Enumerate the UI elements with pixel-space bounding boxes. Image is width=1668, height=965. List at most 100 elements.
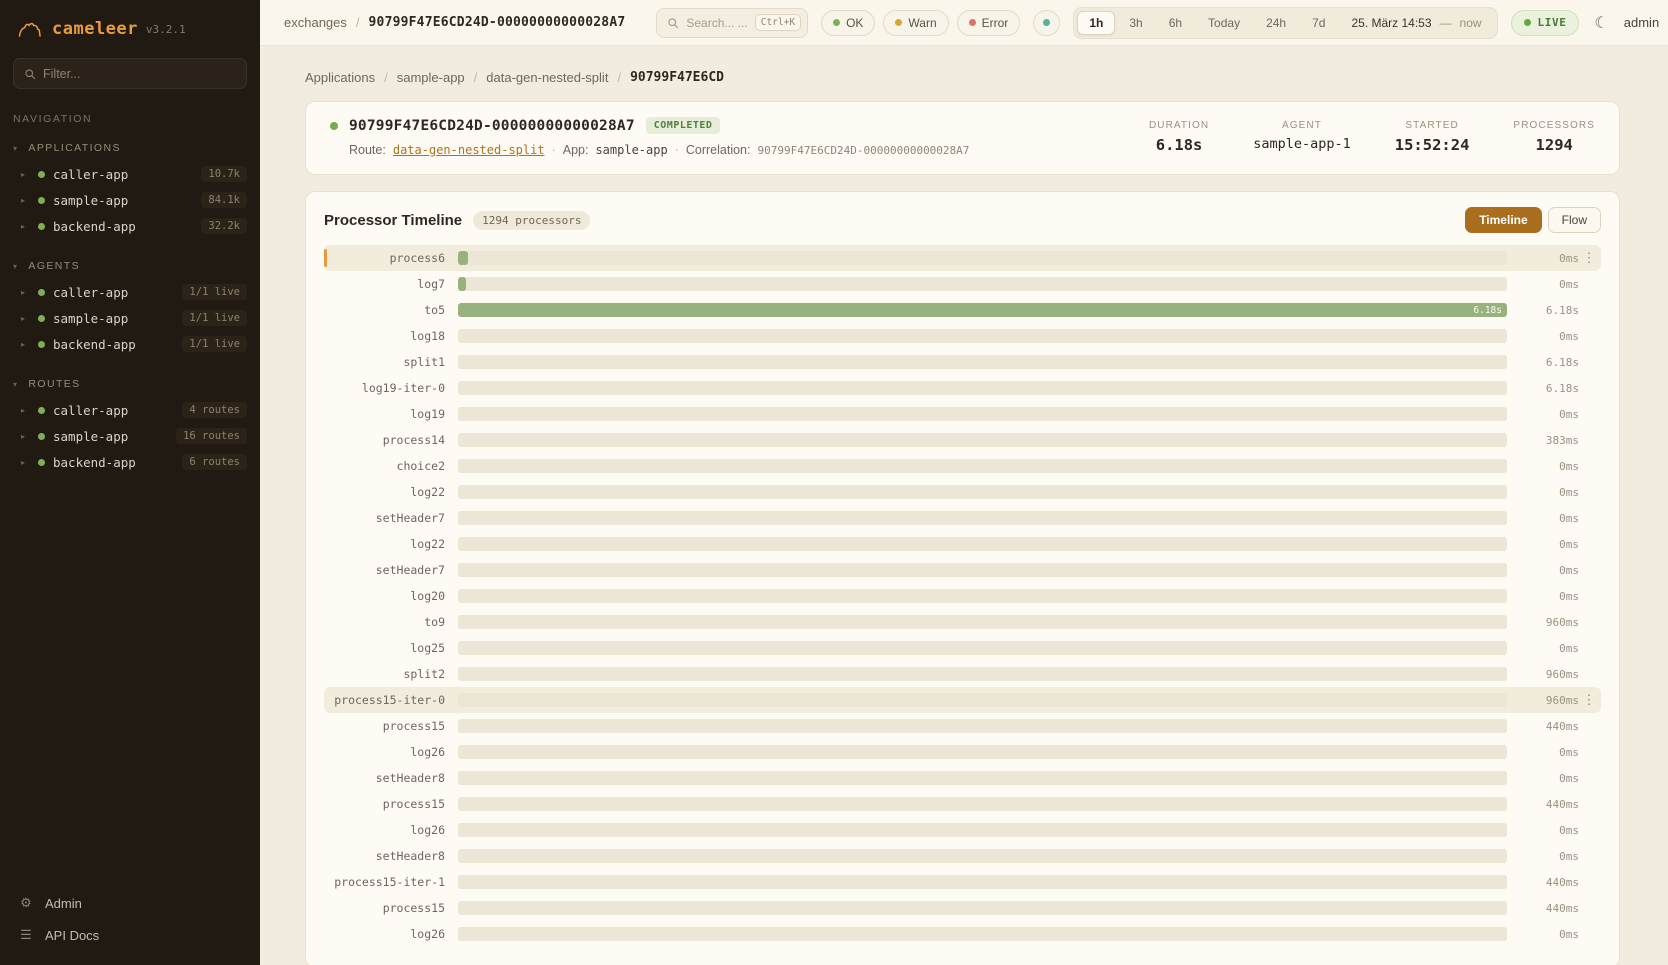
range-button-24h[interactable]: 24h (1254, 11, 1298, 35)
timeline-row[interactable]: to9960ms (324, 609, 1601, 635)
range-button-6h[interactable]: 6h (1157, 11, 1194, 35)
processor-name: setHeader8 (330, 849, 458, 863)
route-link[interactable]: data-gen-nested-split (393, 143, 545, 157)
view-button-flow[interactable]: Flow (1548, 207, 1601, 233)
sidebar-item-backend-app[interactable]: ▸backend-app32.2k (0, 213, 260, 239)
app-version: v3.2.1 (146, 23, 186, 36)
app-root: cameleer v3.2.1 NAVIGATION ▾APPLICATIONS… (0, 0, 1668, 965)
timeline-row[interactable]: process15440ms (324, 895, 1601, 921)
sidebar-item-backend-app[interactable]: ▸backend-app6 routes (0, 449, 260, 475)
view-button-timeline[interactable]: Timeline (1465, 207, 1541, 233)
breadcrumb-link[interactable]: data-gen-nested-split (486, 70, 608, 85)
stat-started: STARTED15:52:24 (1395, 120, 1470, 154)
correlation-label: Correlation: (686, 143, 751, 157)
sidebar-item-sample-app[interactable]: ▸sample-app84.1k (0, 187, 260, 213)
timeline-row[interactable]: log19-iter-06.18s (324, 375, 1601, 401)
app-logo[interactable]: cameleer v3.2.1 (0, 14, 260, 58)
dark-mode-toggle-icon[interactable]: ☾ (1592, 13, 1610, 33)
sidebar-item-backend-app[interactable]: ▸backend-app1/1 live (0, 331, 260, 357)
processor-name: split2 (330, 667, 458, 681)
timeline-row[interactable]: choice20ms (324, 453, 1601, 479)
footer-item-api-docs[interactable]: ☰API Docs (8, 919, 252, 951)
sidebar-item-caller-app[interactable]: ▸caller-app10.7k (0, 161, 260, 187)
timeline-row[interactable]: setHeader80ms (324, 765, 1601, 791)
timeline-row[interactable]: log200ms (324, 583, 1601, 609)
range-button-today[interactable]: Today (1196, 11, 1252, 35)
filter-chip-ok[interactable]: OK (821, 10, 875, 36)
kebab-menu-icon[interactable]: ⋮ (1579, 250, 1599, 266)
section-header[interactable]: ▾APPLICATIONS (0, 137, 260, 161)
search-box[interactable]: Search... ... Ctrl+K (656, 8, 808, 38)
filter-chip-warn[interactable]: Warn (883, 10, 948, 36)
timeline-row[interactable]: split16.18s (324, 349, 1601, 375)
filter-input[interactable] (43, 67, 236, 81)
range-button-1h[interactable]: 1h (1077, 11, 1115, 35)
footer-label: Admin (45, 896, 82, 911)
stat-label: STARTED (1395, 120, 1470, 131)
timeline-row[interactable]: log260ms (324, 817, 1601, 843)
sidebar-item-caller-app[interactable]: ▸caller-app1/1 live (0, 279, 260, 305)
timeline-row[interactable]: setHeader70ms (324, 505, 1601, 531)
range-button-7d[interactable]: 7d (1300, 11, 1337, 35)
timeline-row[interactable]: setHeader70ms (324, 557, 1601, 583)
breadcrumb-link[interactable]: sample-app (397, 70, 465, 85)
footer-label: API Docs (45, 928, 99, 943)
timeline-row[interactable]: log260ms (324, 921, 1601, 947)
sidebar-footer: ⚙Admin☰API Docs (0, 879, 260, 951)
timeline-track (458, 875, 1507, 889)
kebab-menu-icon[interactable]: ⋮ (1579, 692, 1599, 708)
breadcrumb-link[interactable]: Applications (305, 70, 375, 85)
filter-chip-error[interactable]: Error (957, 10, 1021, 36)
status-dot (38, 289, 45, 296)
breadcrumb-section[interactable]: exchanges (284, 15, 347, 30)
status-dot (38, 341, 45, 348)
user-name[interactable]: admin (1624, 15, 1659, 30)
timeline-row[interactable]: log70ms (324, 271, 1601, 297)
status-dot (38, 197, 45, 204)
range-button-3h[interactable]: 3h (1117, 11, 1154, 35)
chevron-right-icon: ▸ (21, 222, 30, 231)
footer-item-admin[interactable]: ⚙Admin (8, 887, 252, 919)
timeline-row[interactable]: setHeader80ms (324, 843, 1601, 869)
stat-value: 1294 (1513, 136, 1595, 154)
timeline-row[interactable]: log220ms (324, 531, 1601, 557)
processor-name: log26 (330, 927, 458, 941)
stat-processors: PROCESSORS1294 (1513, 120, 1595, 154)
timeline-row[interactable]: log190ms (324, 401, 1601, 427)
breadcrumb-separator: / (474, 70, 478, 85)
item-label: caller-app (53, 285, 174, 300)
page-breadcrumb: Applications/sample-app/data-gen-nested-… (305, 70, 1620, 85)
item-label: sample-app (53, 429, 168, 444)
timeline-row[interactable]: to56.18s6.18s (324, 297, 1601, 323)
item-label: sample-app (53, 193, 193, 208)
sidebar-item-caller-app[interactable]: ▸caller-app4 routes (0, 397, 260, 423)
timeline-row[interactable]: log250ms (324, 635, 1601, 661)
timeline-row[interactable]: log180ms (324, 323, 1601, 349)
timeline-track (458, 251, 1507, 265)
timeline-row[interactable]: process14383ms (324, 427, 1601, 453)
stream-status-chip[interactable] (1033, 10, 1060, 36)
row-duration: 0ms (1507, 538, 1579, 551)
timeline-row[interactable]: process15440ms (324, 791, 1601, 817)
timeline-row[interactable]: log260ms (324, 739, 1601, 765)
processor-name: log26 (330, 823, 458, 837)
status-dot (38, 433, 45, 440)
timeline-row[interactable]: split2960ms (324, 661, 1601, 687)
timeline-row[interactable]: process60ms⋮ (324, 245, 1601, 271)
row-duration: 960ms (1507, 616, 1579, 629)
app-value: sample-app (595, 143, 667, 157)
timeline-row[interactable]: process15440ms (324, 713, 1601, 739)
timeline-track (458, 823, 1507, 837)
timeline-row[interactable]: process15-iter-0960ms⋮ (324, 687, 1601, 713)
date-range[interactable]: 25. März 14:53 — now (1337, 16, 1493, 30)
live-badge[interactable]: LIVE (1511, 10, 1580, 36)
timeline-row[interactable]: process15-iter-1440ms (324, 869, 1601, 895)
section-header[interactable]: ▾ROUTES (0, 373, 260, 397)
sidebar-filter-box[interactable] (13, 58, 247, 89)
section-header[interactable]: ▾AGENTS (0, 255, 260, 279)
sidebar-item-sample-app[interactable]: ▸sample-app1/1 live (0, 305, 260, 331)
sidebar-item-sample-app[interactable]: ▸sample-app16 routes (0, 423, 260, 449)
row-duration: 0ms (1507, 330, 1579, 343)
timeline-row[interactable]: log220ms (324, 479, 1601, 505)
breadcrumb-current[interactable]: 90799F47E6CD (630, 70, 724, 85)
